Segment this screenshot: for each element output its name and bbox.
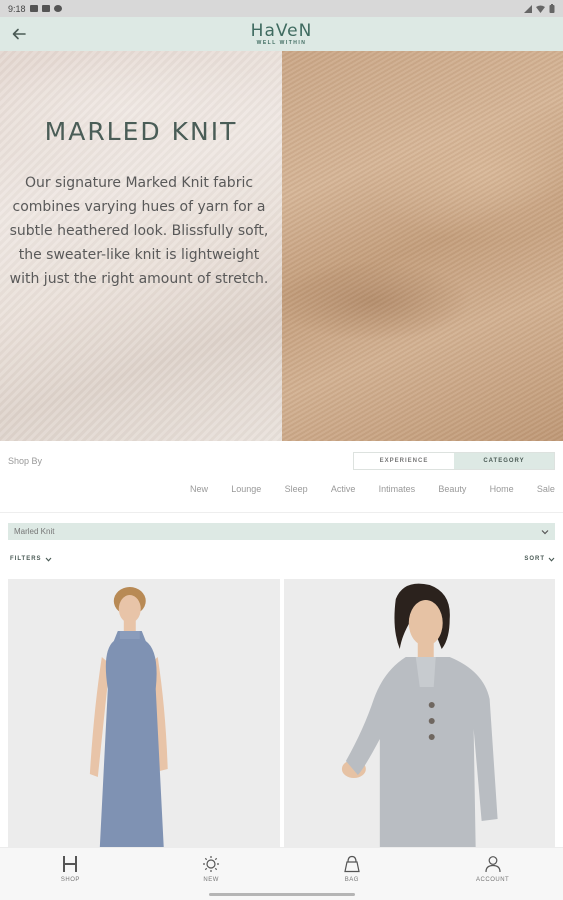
category-home[interactable]: Home xyxy=(490,484,514,498)
wifi-icon xyxy=(536,5,545,13)
vpn-icon xyxy=(53,5,62,12)
status-bar: 9:18 xyxy=(0,0,563,17)
category-lounge[interactable]: Lounge xyxy=(231,484,261,498)
image-icon xyxy=(41,5,50,12)
product-dress-image xyxy=(8,579,280,847)
filters-label: FILTERS xyxy=(10,556,42,562)
toggle-category[interactable]: CATEGORY xyxy=(454,453,554,469)
hero-fabric-tan-image xyxy=(282,51,563,441)
hero-description: Our signature Marked Knit fabric combine… xyxy=(9,175,269,287)
category-sleep[interactable]: Sleep xyxy=(285,484,308,498)
status-time: 9:18 xyxy=(8,3,26,14)
bag-icon xyxy=(344,855,360,872)
nav-shop[interactable]: SHOP xyxy=(0,848,141,889)
nav-bag[interactable]: BAG xyxy=(282,848,423,889)
person-icon xyxy=(485,855,501,872)
sun-icon xyxy=(203,855,220,872)
logo-tagline: WELL WITHIN xyxy=(256,39,307,46)
collection-select[interactable]: Marled Knit xyxy=(8,523,555,540)
gesture-handle[interactable] xyxy=(209,893,355,896)
product-card[interactable] xyxy=(283,579,555,847)
back-button[interactable] xyxy=(8,24,30,44)
shop-by-label: Shop By xyxy=(8,456,43,466)
bottom-nav: SHOP NEW BAG ACCOUNT xyxy=(0,847,563,889)
nav-new-label: NEW xyxy=(203,876,219,883)
battery-icon xyxy=(549,4,555,13)
category-active[interactable]: Active xyxy=(331,484,356,498)
nav-account[interactable]: ACCOUNT xyxy=(422,848,563,889)
chevron-down-icon xyxy=(45,557,51,562)
category-beauty[interactable]: Beauty xyxy=(438,484,466,498)
nav-account-label: ACCOUNT xyxy=(476,876,510,883)
chevron-down-icon xyxy=(548,557,555,562)
shop-by-toggle: EXPERIENCE CATEGORY xyxy=(353,452,555,470)
haven-logo[interactable]: HaVeN WELL WITHIN xyxy=(250,20,313,46)
chevron-down-icon xyxy=(541,529,549,534)
category-tabs: New Lounge Sleep Active Intimates Beauty… xyxy=(190,484,563,498)
nav-shop-label: SHOP xyxy=(60,876,80,883)
category-sale[interactable]: Sale xyxy=(537,484,555,498)
app-bar: HaVeN WELL WITHIN xyxy=(0,17,563,51)
hero-title: MARLED KNIT xyxy=(44,117,238,146)
back-arrow-icon xyxy=(12,28,26,40)
nav-bag-label: BAG xyxy=(344,876,359,883)
divider xyxy=(0,512,563,513)
haven-h-icon xyxy=(63,855,78,872)
sort-label: SORT xyxy=(524,556,545,562)
collection-select-value: Marled Knit xyxy=(14,527,55,536)
filters-button[interactable]: FILTERS xyxy=(10,556,52,562)
hero-banner: MARLED KNIT Our signature Marked Knit fa… xyxy=(0,51,563,441)
product-card[interactable] xyxy=(8,579,280,847)
category-intimates[interactable]: Intimates xyxy=(379,484,416,498)
nav-new[interactable]: NEW xyxy=(141,848,282,889)
sort-button[interactable]: SORT xyxy=(524,556,555,562)
category-new[interactable]: New xyxy=(190,484,208,498)
product-henley-image xyxy=(283,579,555,847)
product-grid xyxy=(8,579,555,847)
gmail-icon xyxy=(29,5,38,12)
signal-icon xyxy=(524,4,532,13)
toggle-experience[interactable]: EXPERIENCE xyxy=(354,453,454,469)
logo-word: HaVeN xyxy=(250,20,313,41)
